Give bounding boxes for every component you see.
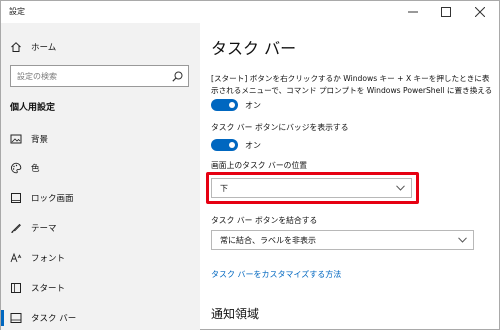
sidebar-item-label: ロック画面 bbox=[31, 194, 74, 204]
minimize-icon bbox=[408, 11, 418, 13]
customize-taskbar-link[interactable]: タスク バーをカスタマイズする方法 bbox=[211, 269, 341, 280]
sidebar-section-heading: 個人用設定 bbox=[10, 103, 56, 113]
close-button[interactable] bbox=[465, 1, 495, 23]
title-bar: 設定 bbox=[1, 1, 499, 23]
notification-area-heading: 通知領域 bbox=[211, 307, 260, 321]
badge-toggle-row: オン bbox=[211, 138, 261, 152]
toggle-state-label: オン bbox=[245, 100, 261, 110]
lock-screen-icon bbox=[10, 192, 22, 204]
dropdown-value: 下 bbox=[220, 184, 228, 193]
badge-toggle[interactable] bbox=[211, 139, 238, 151]
position-dropdown[interactable]: 下 bbox=[211, 178, 412, 198]
selection-indicator bbox=[1, 310, 4, 326]
toggle-knob bbox=[229, 142, 235, 148]
sidebar-item-label: 背景 bbox=[31, 135, 49, 145]
minimize-button[interactable] bbox=[398, 1, 428, 23]
maximize-button[interactable] bbox=[431, 1, 461, 23]
maximize-icon bbox=[441, 7, 451, 17]
sidebar-item-label: テーマ bbox=[31, 224, 57, 234]
combine-dropdown[interactable]: 常に結合、ラベルを非表示 bbox=[211, 230, 474, 250]
sidebar-item-fonts[interactable]: フォント bbox=[1, 246, 200, 270]
chevron-down-icon bbox=[396, 185, 405, 191]
search-input[interactable] bbox=[17, 69, 167, 83]
toggle-knob bbox=[229, 102, 235, 108]
powershell-toggle-row: オン bbox=[211, 98, 261, 112]
sidebar-item-label: 色 bbox=[31, 164, 40, 174]
sidebar-item-lock-screen[interactable]: ロック画面 bbox=[1, 186, 200, 210]
combine-setting-label: タスク バー ボタンを結合する bbox=[211, 216, 318, 225]
sidebar-item-home[interactable]: ホーム bbox=[1, 35, 200, 59]
sidebar-item-label: スタート bbox=[31, 284, 66, 294]
sidebar-item-themes[interactable]: テーマ bbox=[1, 216, 200, 240]
sidebar-item-label: タスク バー bbox=[31, 314, 77, 324]
dropdown-value: 常に結合、ラベルを非表示 bbox=[220, 236, 316, 245]
settings-window: 設定 ホーム 個人用設定 背景 bbox=[0, 0, 500, 330]
home-icon bbox=[10, 41, 22, 53]
sidebar-item-start[interactable]: スタート bbox=[1, 276, 200, 300]
sidebar-item-background[interactable]: 背景 bbox=[1, 127, 200, 151]
sidebar-item-taskbar[interactable]: タスク バー bbox=[1, 306, 200, 330]
position-setting-label: 画面上のタスク バーの位置 bbox=[211, 161, 308, 170]
search-icon[interactable] bbox=[172, 71, 183, 82]
chevron-down-icon bbox=[458, 237, 467, 243]
powershell-toggle[interactable] bbox=[211, 99, 238, 111]
close-icon bbox=[475, 7, 485, 17]
start-icon bbox=[10, 282, 22, 294]
font-icon bbox=[10, 252, 22, 264]
taskbar-icon bbox=[10, 312, 22, 324]
image-icon bbox=[10, 133, 22, 145]
palette-icon bbox=[10, 162, 22, 174]
settings-search-box[interactable] bbox=[10, 65, 189, 87]
sidebar: ホーム 個人用設定 背景 色 ロック画面 bbox=[1, 23, 200, 330]
theme-brush-icon bbox=[10, 222, 22, 234]
window-title: 設定 bbox=[9, 7, 25, 16]
sidebar-item-colors[interactable]: 色 bbox=[1, 156, 200, 180]
badge-setting-label: タスク バー ボタンにバッジを表示する bbox=[211, 123, 349, 132]
page-title: タスク バー bbox=[211, 39, 297, 58]
main-pane: タスク バー [スタート] ボタンを右クリックするか Windows キー + … bbox=[200, 23, 499, 330]
sidebar-item-label: ホーム bbox=[31, 43, 57, 53]
powershell-setting-description: [スタート] ボタンを右クリックするか Windows キー + X キーを押し… bbox=[211, 74, 493, 95]
toggle-state-label: オン bbox=[245, 140, 261, 150]
sidebar-item-label: フォント bbox=[31, 254, 66, 264]
